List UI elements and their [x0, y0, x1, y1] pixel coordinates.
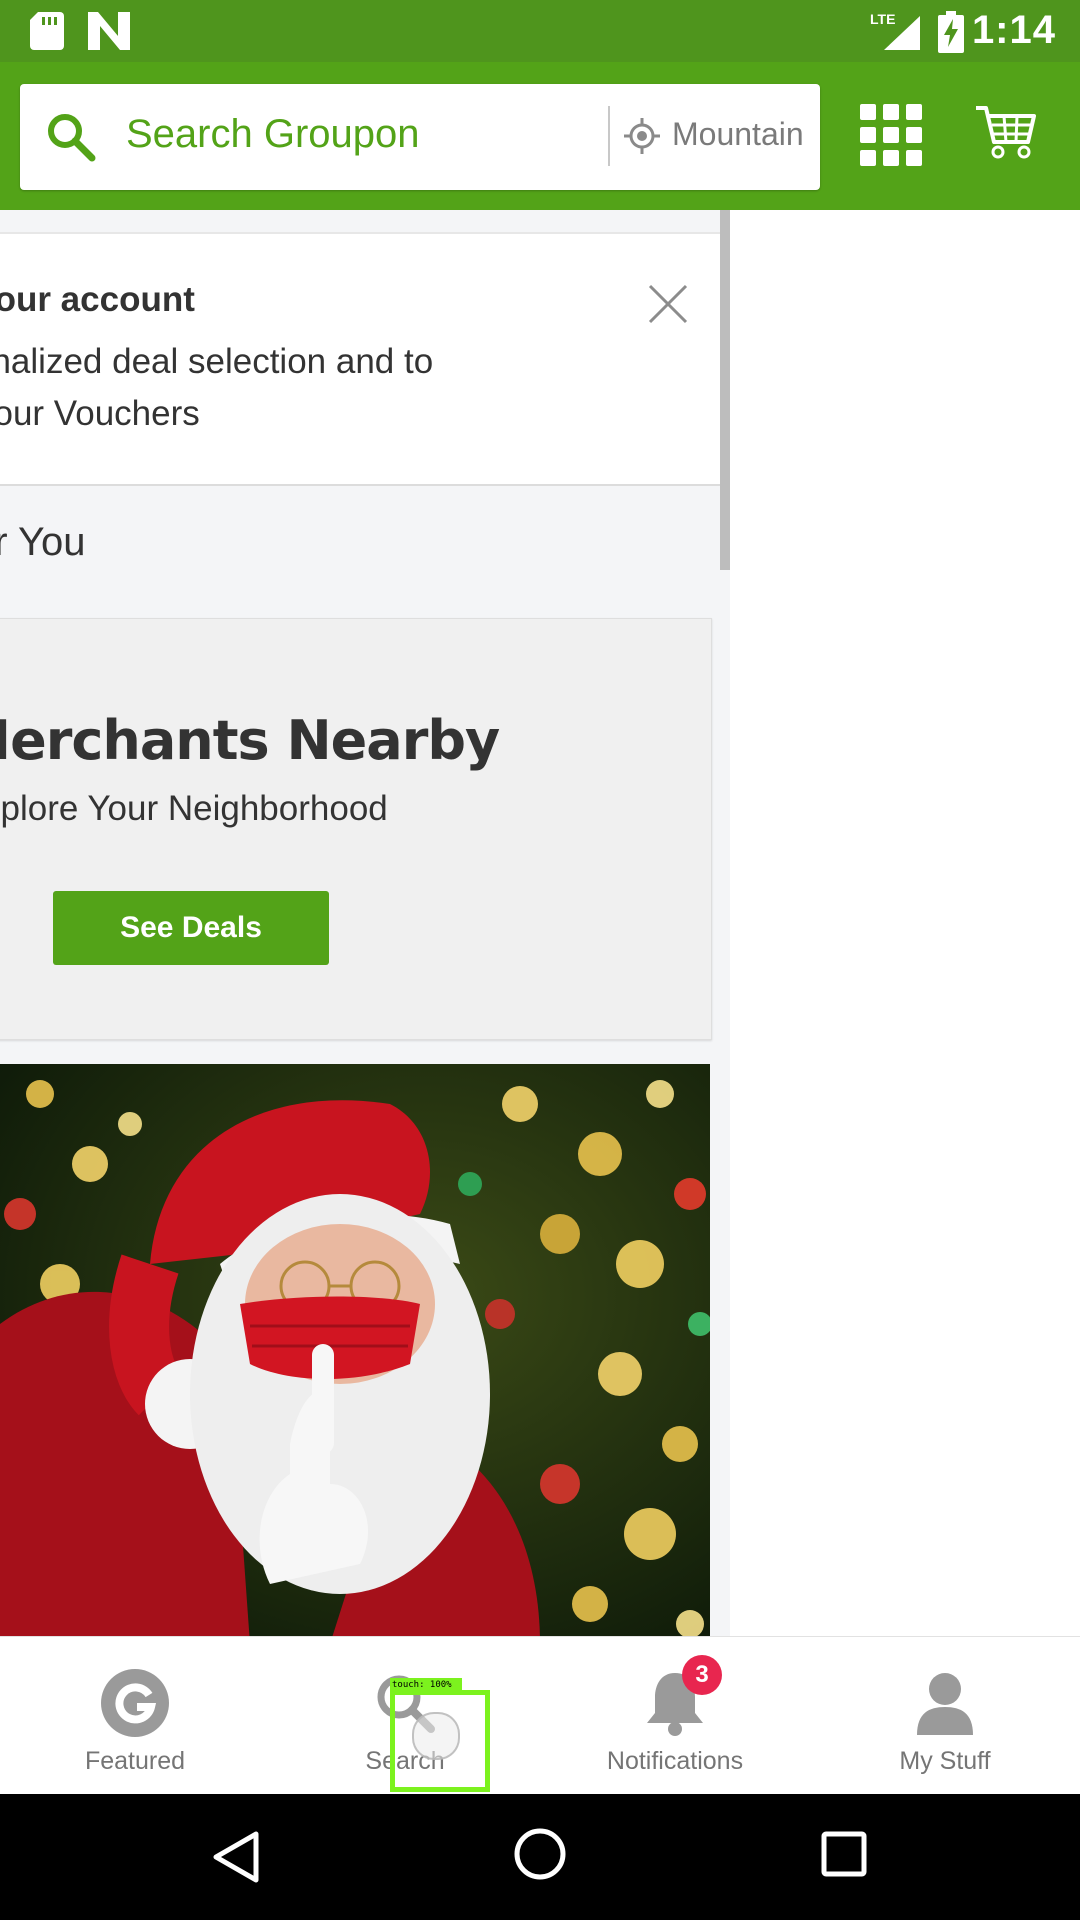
nav-featured-label: Featured — [84, 1747, 186, 1775]
notification-badge: 3 — [682, 1655, 722, 1695]
search-bar[interactable]: Search Groupon Mountain View — [20, 84, 820, 190]
nav-my-stuff-label: My Stuff — [899, 1747, 991, 1775]
groupon-g-icon — [101, 1669, 169, 1737]
n-notification-icon — [88, 12, 130, 50]
home-icon[interactable] — [512, 1826, 568, 1882]
promo-subtitle: xplore Your Neighborhood — [0, 789, 388, 828]
cart-icon[interactable] — [974, 104, 1036, 160]
status-bar: LTE 1:14 — [0, 0, 1080, 62]
nav-notifications-label: Notifications — [606, 1747, 744, 1775]
promo-headline: of Merchants Nearby — [0, 709, 500, 772]
nav-my-stuff[interactable]: My Stuff — [810, 1637, 1080, 1795]
sd-card-icon — [30, 12, 64, 50]
search-placeholder[interactable]: Search Groupon — [126, 112, 420, 157]
status-time: 1:14 — [971, 8, 1056, 52]
touch-point — [412, 1712, 460, 1760]
see-deals-button[interactable]: See Deals — [53, 891, 329, 965]
signin-text-line2: your Vouchers — [0, 394, 200, 433]
signin-banner[interactable]: o your account onalized deal selection a… — [0, 232, 720, 486]
feed-content[interactable]: o your account onalized deal selection a… — [0, 210, 730, 1636]
search-divider — [608, 106, 610, 166]
system-navigation-bar — [0, 1794, 1080, 1920]
location-label[interactable]: Mountain View — [672, 116, 808, 153]
deal-photo-santa[interactable] — [0, 1064, 710, 1636]
search-icon — [48, 114, 96, 162]
battery-charging-icon — [938, 11, 964, 53]
categories-grid-icon[interactable] — [860, 104, 922, 166]
scrollbar[interactable] — [720, 210, 730, 570]
close-icon[interactable] — [648, 284, 688, 324]
promo-card[interactable]: of Merchants Nearby xplore Your Neighbor… — [0, 618, 712, 1040]
nav-featured[interactable]: Featured — [0, 1637, 270, 1795]
nav-notifications[interactable]: Notifications — [540, 1637, 810, 1795]
location-target-icon[interactable] — [624, 118, 660, 154]
person-icon — [917, 1673, 973, 1735]
back-icon[interactable] — [210, 1830, 260, 1884]
top-app-bar: Search Groupon Mountain View — [0, 62, 1080, 210]
section-title: or You — [0, 520, 86, 564]
santa-photo-image — [0, 1064, 710, 1636]
signin-title: o your account — [0, 280, 195, 319]
signin-text-line1: onalized deal selection and to — [0, 342, 434, 381]
recent-apps-icon[interactable] — [820, 1830, 868, 1878]
bottom-navigation: Featured Search Notifications My Stuff 3 — [0, 1636, 1080, 1795]
svg-text:LTE: LTE — [870, 11, 895, 27]
lte-signal-icon: LTE — [870, 11, 920, 50]
